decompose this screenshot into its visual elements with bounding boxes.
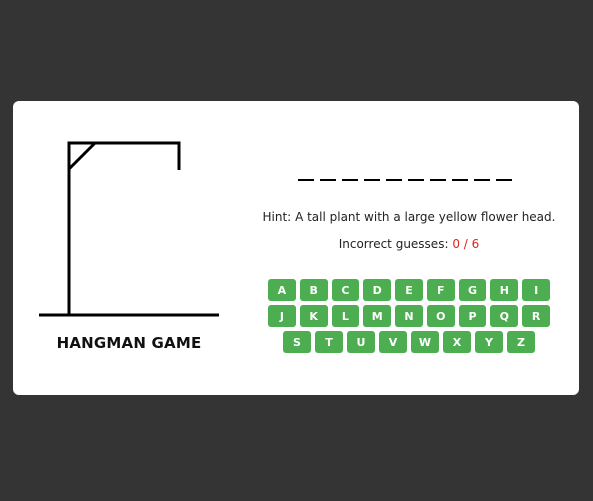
word-display xyxy=(298,165,512,181)
letter-button-j[interactable]: J xyxy=(267,305,296,327)
letter-slot xyxy=(430,165,446,181)
incorrect-guesses-count: 0 / 6 xyxy=(452,237,480,251)
incorrect-guesses-label: Incorrect guesses: xyxy=(338,237,449,251)
keyboard-row: STUVWXYZ xyxy=(268,331,550,353)
letter-button-e[interactable]: E xyxy=(395,279,423,301)
letter-button-h[interactable]: H xyxy=(490,279,519,301)
letter-slot xyxy=(364,165,380,181)
game-title: HANGMAN GAME xyxy=(56,334,202,352)
hint-text: Hint: A tall plant with a large yellow f… xyxy=(261,210,557,224)
letter-slot xyxy=(474,165,490,181)
letter-slot xyxy=(386,165,402,181)
keyboard-row: ABCDEFGHI xyxy=(267,279,551,301)
letter-button-b[interactable]: B xyxy=(299,279,328,301)
letter-slot xyxy=(408,165,424,181)
letter-button-t[interactable]: T xyxy=(315,331,343,353)
incorrect-guesses: Incorrect guesses: 0 / 6 xyxy=(261,237,557,251)
letter-button-s[interactable]: S xyxy=(283,331,311,353)
letter-button-n[interactable]: N xyxy=(395,305,423,327)
letter-slot xyxy=(342,165,358,181)
letter-button-c[interactable]: C xyxy=(331,279,360,301)
letter-button-o[interactable]: O xyxy=(426,305,455,327)
letter-button-q[interactable]: Q xyxy=(490,305,519,327)
gallows-brace xyxy=(67,141,97,171)
letter-button-l[interactable]: L xyxy=(331,305,360,327)
letter-button-x[interactable]: X xyxy=(443,331,471,353)
game-card: HANGMAN GAME Hint: A tall plant with a l… xyxy=(13,101,579,395)
hint-label: Hint: xyxy=(262,210,292,224)
letter-slot xyxy=(320,165,336,181)
gallows-drawing xyxy=(39,141,219,317)
letter-slot xyxy=(298,165,314,181)
letter-button-m[interactable]: M xyxy=(363,305,392,327)
letter-button-k[interactable]: K xyxy=(299,305,328,327)
letter-button-p[interactable]: P xyxy=(458,305,487,327)
letter-button-z[interactable]: Z xyxy=(507,331,535,353)
letter-slot xyxy=(496,165,512,181)
letter-button-u[interactable]: U xyxy=(347,331,375,353)
letter-button-r[interactable]: R xyxy=(522,305,551,327)
letter-button-f[interactable]: F xyxy=(426,279,455,301)
keyboard-row: JKLMNOPQR xyxy=(267,305,551,327)
hint-value: A tall plant with a large yellow flower … xyxy=(295,210,556,224)
letter-button-w[interactable]: W xyxy=(411,331,439,353)
letter-button-v[interactable]: V xyxy=(379,331,407,353)
letter-button-i[interactable]: I xyxy=(522,279,551,301)
letter-slot xyxy=(452,165,468,181)
letter-button-d[interactable]: D xyxy=(363,279,392,301)
letter-button-a[interactable]: A xyxy=(267,279,296,301)
letter-keyboard: ABCDEFGHI JKLMNOPQR STUVWXYZ xyxy=(267,279,551,357)
letter-button-y[interactable]: Y xyxy=(475,331,503,353)
letter-button-g[interactable]: G xyxy=(458,279,487,301)
